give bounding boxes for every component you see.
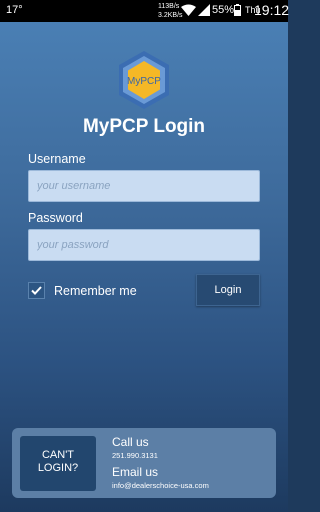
net-down: 3.2KB/s — [158, 12, 183, 19]
page-title: MyPCP Login — [82, 116, 206, 137]
email-us-label: Email us — [112, 465, 159, 479]
battery-icon — [234, 4, 241, 16]
battery-percent: 55% — [212, 4, 235, 16]
checkmark-icon — [31, 286, 42, 295]
cant-login-line1: CAN'T — [41, 449, 75, 461]
logo-text: MyPCP — [127, 76, 161, 87]
net-up: 113B/s — [158, 3, 180, 10]
email-link[interactable]: info@dealerschoice-usa.com — [112, 481, 209, 490]
remember-me-checkbox[interactable] — [28, 282, 45, 299]
temperature-indicator: 17° — [6, 4, 23, 16]
phone-link[interactable]: 251.990.3131 — [112, 451, 158, 460]
username-label: Username — [28, 152, 86, 166]
clock: 19:12 — [254, 2, 290, 18]
remember-me-label: Remember me — [54, 284, 137, 298]
password-label: Password — [28, 211, 83, 225]
login-screen: MyPCP MyPCP Login Username Password Reme… — [0, 22, 288, 512]
network-speed: 113B/s 3.2KB/s — [158, 2, 183, 20]
help-panel: CAN'T LOGIN? Call us 251.990.3131 Email … — [12, 428, 276, 498]
wifi-icon — [181, 4, 196, 16]
mypcp-logo: MyPCP — [119, 51, 169, 109]
status-bar: 17° 113B/s 3.2KB/s 55% Thu 19:12 — [0, 0, 290, 22]
cant-login-line2: LOGIN? — [37, 462, 79, 474]
call-us-label: Call us — [112, 435, 149, 449]
login-button[interactable]: Login — [196, 274, 260, 306]
cant-login-button[interactable]: CAN'T LOGIN? — [20, 436, 96, 491]
password-input[interactable] — [28, 229, 260, 261]
username-input[interactable] — [28, 170, 260, 202]
signal-icon — [198, 4, 210, 16]
